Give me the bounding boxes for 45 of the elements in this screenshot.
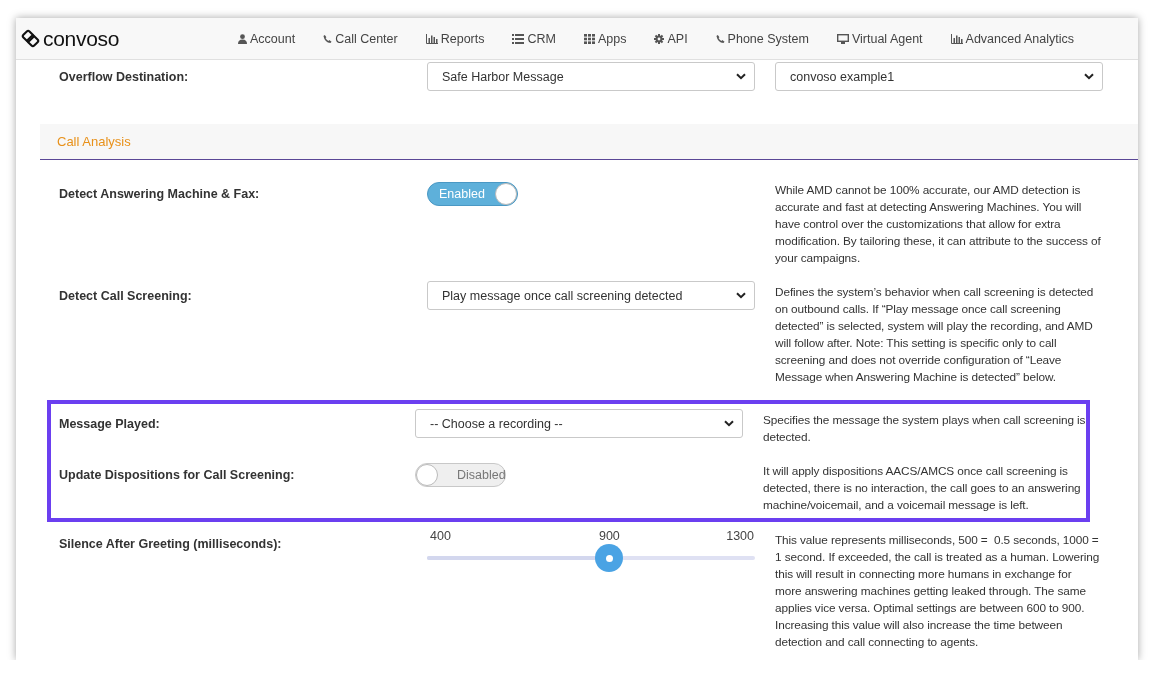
field-label: Overflow Destination: [59,69,190,86]
section-header: Call Analysis [40,124,1138,160]
nav-link[interactable]: Account [238,31,296,46]
grid-icon [583,33,595,44]
phone-icon [715,33,725,44]
bar-chart-icon [950,33,963,44]
field-label: Detect Call Screening: [59,288,193,305]
settings-icon [654,33,665,44]
chevron-icon [736,73,746,80]
chevron-icon [1084,73,1094,80]
dropdown[interactable]: Play message once call screening detected [427,281,755,310]
nav-link[interactable]: Apps [583,31,627,46]
field-description: It will apply dispositions AACS/AMCS once call screening is detected, there is no interaction, the call goes to an answering machine/voicemail, and a voicemail message is left. [763,463,1082,514]
monitor-icon [836,33,849,44]
nav-link[interactable]: API [654,31,688,46]
dropdown[interactable]: convoso example1 [775,62,1103,91]
nav-link[interactable]: Call Center [323,31,398,46]
dropdown[interactable]: Safe Harbor Message [427,62,755,91]
field-description: Defines the system’s behavior when call screening is detected on outbound calls. If “Play message once call screening detected” is selected, system will play the recording, and AMD will follow after. Note: This setting is specific only to call screening and does not override configuration of “Leave Message when Answering Machine is detected” below. [775,284,1095,386]
field-label: Silence After Greeting (milliseconds): [59,536,283,553]
bar-chart-icon [425,33,438,44]
brand-name: convoso [43,26,120,51]
slider-thumb[interactable] [595,544,624,572]
field-description: Specifies the message the system plays when call screening is detected. [763,412,1087,446]
field-description: This value represents milliseconds, 500 = 0.5 seconds, 1000 = 1 second. If exceeded, the call is treated as a human. Lowering this will result in connecting more humans in exchange for more answering machines getting leaked through. The same applies vice versa. Optimal settings are between 600 to 900. Increasing this value will also increase the time between detection and call connecting to agents. [775,532,1101,651]
logo-icon [21,29,40,48]
nav-link[interactable]: Phone System [715,31,809,46]
nav-link[interactable]: Advanced Analytics [950,31,1074,46]
toggle-switch[interactable]: Disabled [415,463,506,487]
nav-link[interactable]: Reports [425,31,485,46]
list-icon [512,33,525,44]
field-label: Update Dispositions for Call Screening: [59,467,296,484]
user-icon [238,33,247,44]
slider-max-label: 1300 [726,529,754,543]
nav-link[interactable]: Virtual Agent [836,31,923,46]
field-label: Detect Answering Machine & Fax: [59,186,261,203]
dropdown[interactable]: -- Choose a recording -- [415,409,743,438]
field-description: While AMD cannot be 100% accurate, our AMD detection is accurate and fast at detecting Answering Machines. You will have control over the customizations that allow for extra modification. By tailoring these, it can attribute to the success of your campaigns. [775,182,1102,267]
chevron-icon [736,292,746,299]
slider-min-label: 400 [430,529,451,543]
chevron-icon [724,420,734,427]
field-label: Message Played: [59,416,161,433]
phone-icon [323,33,333,44]
slider-value-label: 900 [598,529,620,543]
nav-link[interactable]: CRM [512,31,556,46]
